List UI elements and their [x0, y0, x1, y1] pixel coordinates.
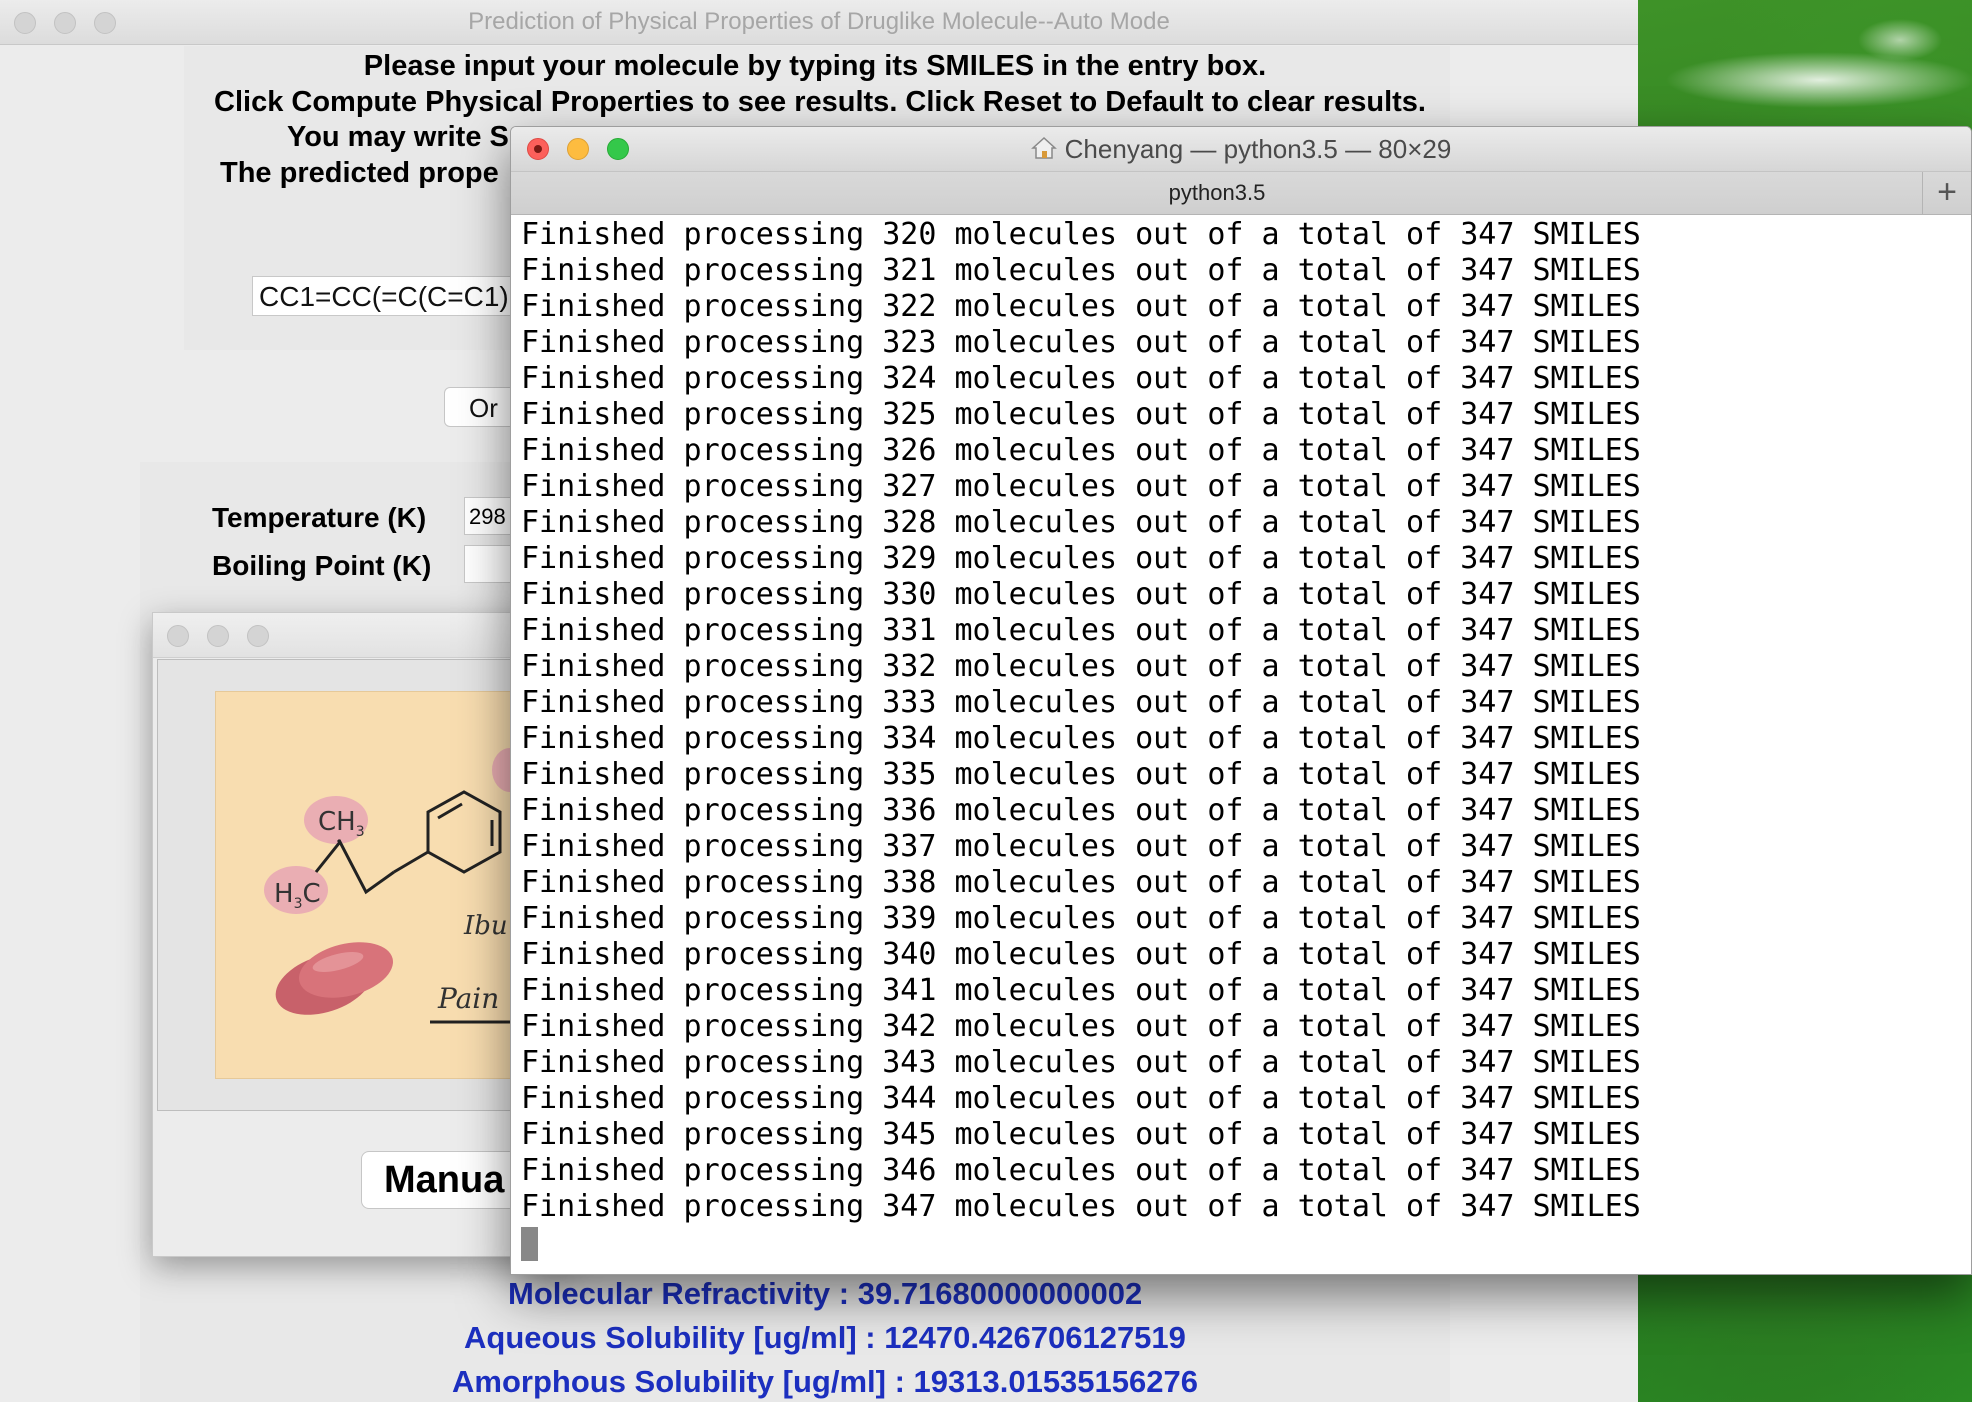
terminal-line: Finished processing 330 molecules out of…	[521, 577, 1641, 612]
terminal-line: Finished processing 335 molecules out of…	[521, 757, 1641, 792]
zoom-button[interactable]	[94, 12, 116, 34]
ibuprofen-label: Ibu	[463, 911, 508, 941]
terminal-line: Finished processing 321 molecules out of…	[521, 253, 1641, 288]
terminal-line: Finished processing 347 molecules out of…	[521, 1189, 1641, 1224]
pain-label: Pain	[437, 982, 499, 1015]
molecular-refractivity-result: Molecular Refractivity : 39.716800000000…	[508, 1276, 1143, 1311]
terminal-title-wrap: Chenyang — python3.5 — 80×29	[511, 127, 1971, 171]
boiling-point-label: Boiling Point (K)	[212, 550, 432, 581]
amorphous-solubility-result: Amorphous Solubility [ug/ml] : 19313.015…	[452, 1364, 1198, 1399]
terminal-line: Finished processing 340 molecules out of…	[521, 937, 1641, 972]
instruction-line-4: The predicted prope	[220, 157, 499, 189]
terminal-line: Finished processing 327 molecules out of…	[521, 469, 1641, 504]
tab-python3-5[interactable]: python3.5	[511, 172, 1923, 214]
terminal-tabbar: python3.5 +	[511, 172, 1971, 215]
terminal-line: Finished processing 331 molecules out of…	[521, 613, 1641, 648]
close-button[interactable]	[14, 12, 36, 34]
home-icon	[1030, 129, 1057, 173]
terminal-line: Finished processing 344 molecules out of…	[521, 1081, 1641, 1116]
aqueous-solubility-result: Aqueous Solubility [ug/ml] : 12470.42670…	[464, 1320, 1186, 1355]
terminal-line: Finished processing 343 molecules out of…	[521, 1045, 1641, 1080]
smiles-input[interactable]: CC1=CC(=C(C=C1)	[252, 276, 522, 316]
terminal-line: Finished processing 332 molecules out of…	[521, 649, 1641, 684]
terminal-titlebar[interactable]: Chenyang — python3.5 — 80×29	[511, 127, 1971, 172]
terminal-line: Finished processing 325 molecules out of…	[521, 397, 1641, 432]
terminal-line: Finished processing 320 molecules out of…	[521, 217, 1641, 252]
terminal-cursor	[521, 1226, 538, 1261]
terminal-line: Finished processing 337 molecules out of…	[521, 829, 1641, 864]
temperature-label: Temperature (K)	[212, 502, 427, 533]
terminal-line: Finished processing 345 molecules out of…	[521, 1117, 1641, 1152]
terminal-line: Finished processing 329 molecules out of…	[521, 541, 1641, 576]
terminal-line: Finished processing 342 molecules out of…	[521, 1009, 1641, 1044]
instruction-line-2: Click Compute Physical Properties to see…	[214, 86, 1426, 118]
terminal-line: Finished processing 336 molecules out of…	[521, 793, 1641, 828]
terminal-line: Finished processing 346 molecules out of…	[521, 1153, 1641, 1188]
main-window-titlebar[interactable]: Prediction of Physical Properties of Dru…	[0, 0, 1638, 45]
terminal-output[interactable]: Finished processing 320 molecules out of…	[521, 217, 1971, 1274]
zoom-button[interactable]	[247, 625, 269, 647]
terminal-prompt-line	[521, 1225, 1971, 1261]
terminal-line: Finished processing 339 molecules out of…	[521, 901, 1641, 936]
terminal-line: Finished processing 333 molecules out of…	[521, 685, 1641, 720]
terminal-line: Finished processing 326 molecules out of…	[521, 433, 1641, 468]
minimize-button[interactable]	[54, 12, 76, 34]
terminal-line: Finished processing 324 molecules out of…	[521, 361, 1641, 396]
close-button[interactable]	[167, 625, 189, 647]
terminal-line: Finished processing 328 molecules out of…	[521, 505, 1641, 540]
new-tab-button[interactable]: +	[1922, 172, 1971, 214]
terminal-line: Finished processing 338 molecules out of…	[521, 865, 1641, 900]
terminal-title: Chenyang — python3.5 — 80×29	[1064, 134, 1452, 164]
instruction-line-1: Please input your molecule by typing its…	[363, 50, 1267, 82]
terminal-line: Finished processing 323 molecules out of…	[521, 325, 1641, 360]
terminal-line: Finished processing 334 molecules out of…	[521, 721, 1641, 756]
terminal-line: Finished processing 341 molecules out of…	[521, 973, 1641, 1008]
terminal-line: Finished processing 322 molecules out of…	[521, 289, 1641, 324]
terminal-window: Chenyang — python3.5 — 80×29 python3.5 +…	[510, 126, 1972, 1275]
instruction-line-3: You may write S	[287, 121, 509, 153]
minimize-button[interactable]	[207, 625, 229, 647]
main-window-title: Prediction of Physical Properties of Dru…	[468, 8, 1170, 35]
